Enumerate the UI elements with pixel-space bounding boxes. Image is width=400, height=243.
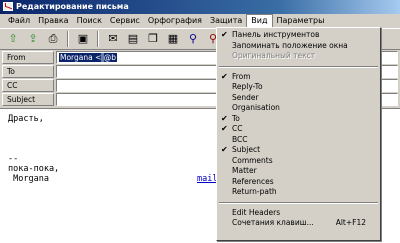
menu-spelling[interactable]: Орфография xyxy=(144,14,206,28)
menu-item-reply-to[interactable]: Reply-To xyxy=(217,82,380,93)
from-value-selected: Morgana < @b xyxy=(59,53,118,62)
menu-item-organisation[interactable]: Organisation xyxy=(217,103,380,114)
to-button[interactable]: To xyxy=(2,65,54,78)
menu-security[interactable]: Защита xyxy=(206,14,246,28)
menu-search[interactable]: Поиск xyxy=(73,14,106,28)
menu-item-toolbar[interactable]: ✔ Панель инструментов xyxy=(217,30,380,41)
find-icon[interactable]: ⚲ xyxy=(184,30,202,48)
check-icon: ✔ xyxy=(221,113,228,123)
menu-service[interactable]: Сервис xyxy=(106,14,144,28)
menu-separator xyxy=(219,65,378,68)
menu-item-remember-position[interactable]: Запоминать положение окна xyxy=(217,41,380,52)
copy-icon[interactable]: ❐ xyxy=(144,30,162,48)
check-icon: ✔ xyxy=(221,30,228,39)
paste-icon[interactable]: ▦ xyxy=(164,30,182,48)
window-title: Редактирование письма xyxy=(16,2,129,11)
subject-button[interactable]: Subject xyxy=(2,93,54,106)
app-icon xyxy=(3,2,13,11)
title-bar: Редактирование письма xyxy=(0,0,400,14)
menu-item-bcc[interactable]: BCC xyxy=(217,135,380,146)
toolbar-separator xyxy=(97,31,99,47)
menu-item-from[interactable]: ✔ From xyxy=(217,72,380,83)
check-icon: ✔ xyxy=(221,71,228,81)
mail-link[interactable]: mail xyxy=(197,174,217,184)
menu-item-original-text: Оригинальный текст xyxy=(232,51,316,60)
menu-item-return-path[interactable]: Return-path xyxy=(217,187,380,198)
menu-separator xyxy=(219,201,378,204)
send-later-icon[interactable]: ⇪ xyxy=(24,30,42,48)
menu-bar: Файл Правка Поиск Сервис Орфография Защи… xyxy=(0,14,400,28)
toolbar-separator xyxy=(67,31,69,47)
address-book-icon[interactable]: ▤ xyxy=(124,30,142,48)
menu-item-sender[interactable]: Sender xyxy=(217,93,380,104)
menu-item-edit-headers[interactable]: Edit Headers xyxy=(217,208,380,219)
menu-item-matter[interactable]: Matter xyxy=(217,166,380,177)
attach-icon[interactable]: ✉ xyxy=(104,30,122,48)
menu-view[interactable]: Вид xyxy=(246,14,273,28)
menu-options[interactable]: Параметры xyxy=(273,14,329,28)
menu-item-references[interactable]: References xyxy=(217,177,380,188)
menu-item-key-shortcuts[interactable]: Сочетания клавиш... Alt+F12 xyxy=(217,218,380,229)
menu-item-to[interactable]: ✔ To xyxy=(217,114,380,125)
print-icon[interactable]: ⎙ xyxy=(44,30,62,48)
view-menu-dropdown: ✔ Панель инструментов Запоминать положени… xyxy=(216,27,381,241)
menu-item-subject[interactable]: ✔ Subject xyxy=(217,145,380,156)
menu-edit[interactable]: Правка xyxy=(34,14,72,28)
menu-item-cc[interactable]: ✔ CC xyxy=(217,124,380,135)
check-icon: ✔ xyxy=(221,124,228,133)
shortcut-label: Alt+F12 xyxy=(335,218,366,227)
check-icon: ✔ xyxy=(221,145,228,154)
menu-file[interactable]: Файл xyxy=(4,14,34,28)
cc-button[interactable]: CC xyxy=(2,79,54,92)
from-button[interactable]: From xyxy=(2,51,54,64)
menu-item-comments[interactable]: Comments xyxy=(217,156,380,167)
save-icon[interactable]: ▣ xyxy=(74,30,92,48)
send-icon[interactable]: ⇧ xyxy=(4,30,22,48)
